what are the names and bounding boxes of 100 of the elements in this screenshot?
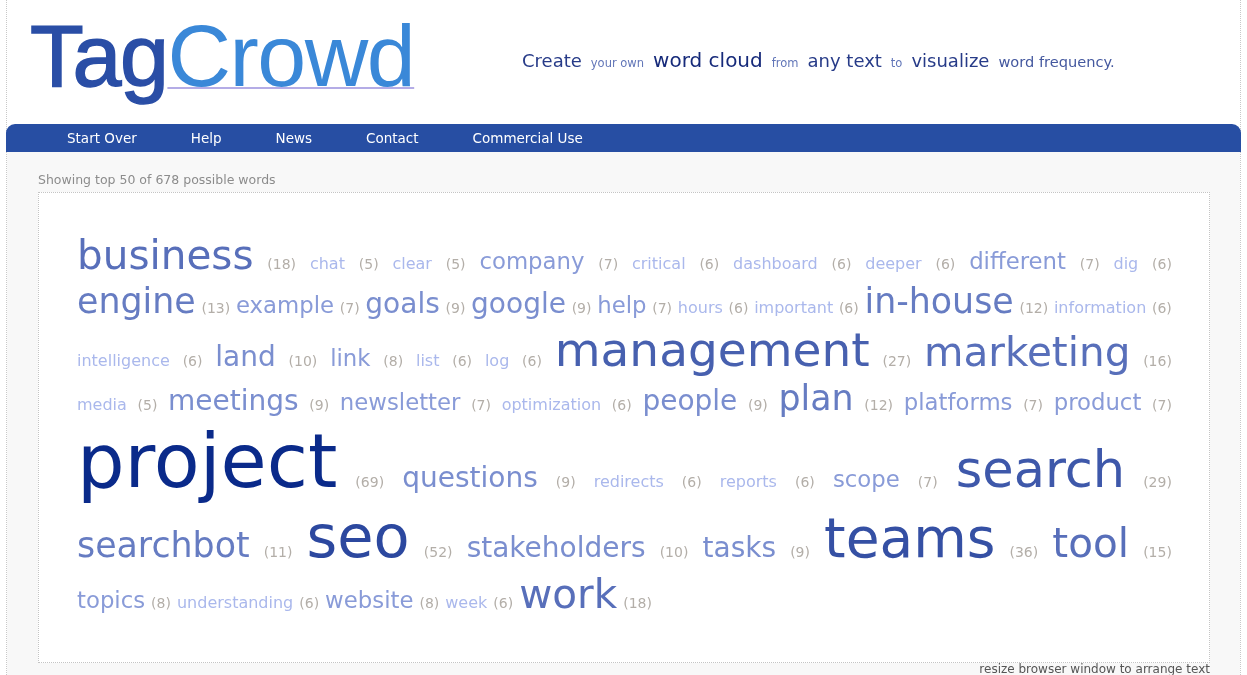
cloud-word: topics [77,589,146,612]
word-count: (16) [1143,354,1172,369]
word-count: (8) [419,596,440,611]
cloud-word: week [445,595,488,612]
word-count: (6) [1152,300,1172,315]
cloud-word: intelligence [77,353,170,370]
cloud-word: reports [719,474,777,491]
cloud-word: hours [677,299,723,316]
word-count: (6) [699,257,720,271]
word-count: (27) [882,354,912,369]
cloud-word: product [1053,391,1142,415]
cloud-word: meetings [168,387,299,416]
cloud-word: dashboard [733,256,818,272]
cloud-word: newsletter [339,391,461,415]
cloud-word: chat [309,256,345,272]
cloud-word: deeper [865,256,922,272]
word-count: (7) [339,300,360,315]
tagline-phrase: word cloud [653,50,763,70]
word-count: (5) [137,398,158,413]
word-count: (18) [623,596,652,611]
cloud-word: example [235,293,335,317]
cloud-word: scope [832,468,900,491]
tagline-phrase: to [890,58,903,70]
word-count: (9) [555,475,576,490]
word-count: (13) [201,300,231,315]
cloud-word: clear [392,256,432,272]
word-count: (36) [1009,545,1039,560]
tagline-phrase: word frequency. [998,55,1115,70]
cloud-word: log [484,353,510,370]
cloud-word: stakeholders [466,534,646,563]
cloud-word: platforms [903,391,1013,415]
word-count: (9) [790,545,810,560]
tagline-phrase: visualize [911,52,990,70]
cloud-word: website [325,589,414,612]
word-count: (18) [267,257,297,271]
cloud-word: teams [824,511,996,567]
cloud-word: information [1053,299,1147,316]
cloud-word: land [215,343,276,372]
word-count: (11) [263,545,293,560]
cloud-word: work [519,574,618,615]
cloud-word: different [969,250,1066,273]
nav-link[interactable]: Commercial Use [472,130,583,146]
word-count: (6) [831,257,852,271]
word-count: (7) [1152,398,1172,413]
word-count: (10) [659,545,689,560]
word-count: (6) [611,398,632,413]
nav-link[interactable]: Contact [366,130,419,146]
cloud-word: list [415,353,440,370]
cloud-word: people [642,387,738,416]
cloud-word: redirects [593,474,664,491]
cloud-word: marketing [924,332,1131,373]
cloud-word: company [479,250,585,273]
word-count: (6) [838,300,859,315]
tagline-phrase: Create [522,52,582,70]
word-count: (6) [452,354,473,369]
word-count: (7) [598,257,619,271]
cloud-word: questions [402,464,538,493]
cloud-word: search [955,444,1126,496]
word-count: (5) [358,257,379,271]
word-count: (10) [288,354,318,369]
cloud-word: help [597,293,647,317]
word-count: (9) [747,398,768,413]
cloud-word: important [754,299,834,316]
nav-link[interactable]: Help [190,130,222,146]
word-count: (6) [795,475,815,490]
word-count: (6) [493,596,514,611]
word-count: (7) [917,475,938,490]
word-count: (6) [728,300,749,315]
cloud-word: seo [306,507,410,567]
cloud-word: dig [1113,256,1139,272]
nav-link[interactable]: News [275,130,312,146]
cloud-word: optimization [501,397,602,414]
word-count: (7) [1023,398,1043,413]
cloud-word: critical [632,256,686,272]
cloud-word: business [77,235,254,276]
word-count: (6) [681,475,702,490]
word-count: (8) [383,354,404,369]
cloud-word: plan [778,381,854,417]
word-count: (9) [571,300,592,315]
cloud-word: link [330,347,371,371]
cloud-word: in-house [864,283,1014,319]
word-count: (29) [1143,475,1172,490]
cloud-word: engine [77,283,196,319]
cloud-word: tool [1052,523,1130,564]
word-count: (12) [864,398,894,413]
word-count: (6) [299,596,320,611]
tagline-phrase: from [771,58,799,70]
word-count: (52) [423,545,453,560]
word-count: (8) [151,596,171,611]
cloud-word: searchbot [77,528,250,563]
word-count: (69) [355,475,385,490]
resize-hint: resize browser window to arrange text [979,663,1210,675]
word-count: (6) [1152,257,1172,271]
cloud-word: media [77,397,127,414]
word-count: (9) [309,398,330,413]
word-count: (9) [445,300,466,315]
nav-link[interactable]: Start Over [67,130,137,146]
word-count: (7) [1079,257,1100,271]
cloud-word: understanding [176,595,294,612]
word-count: (7) [652,300,673,315]
